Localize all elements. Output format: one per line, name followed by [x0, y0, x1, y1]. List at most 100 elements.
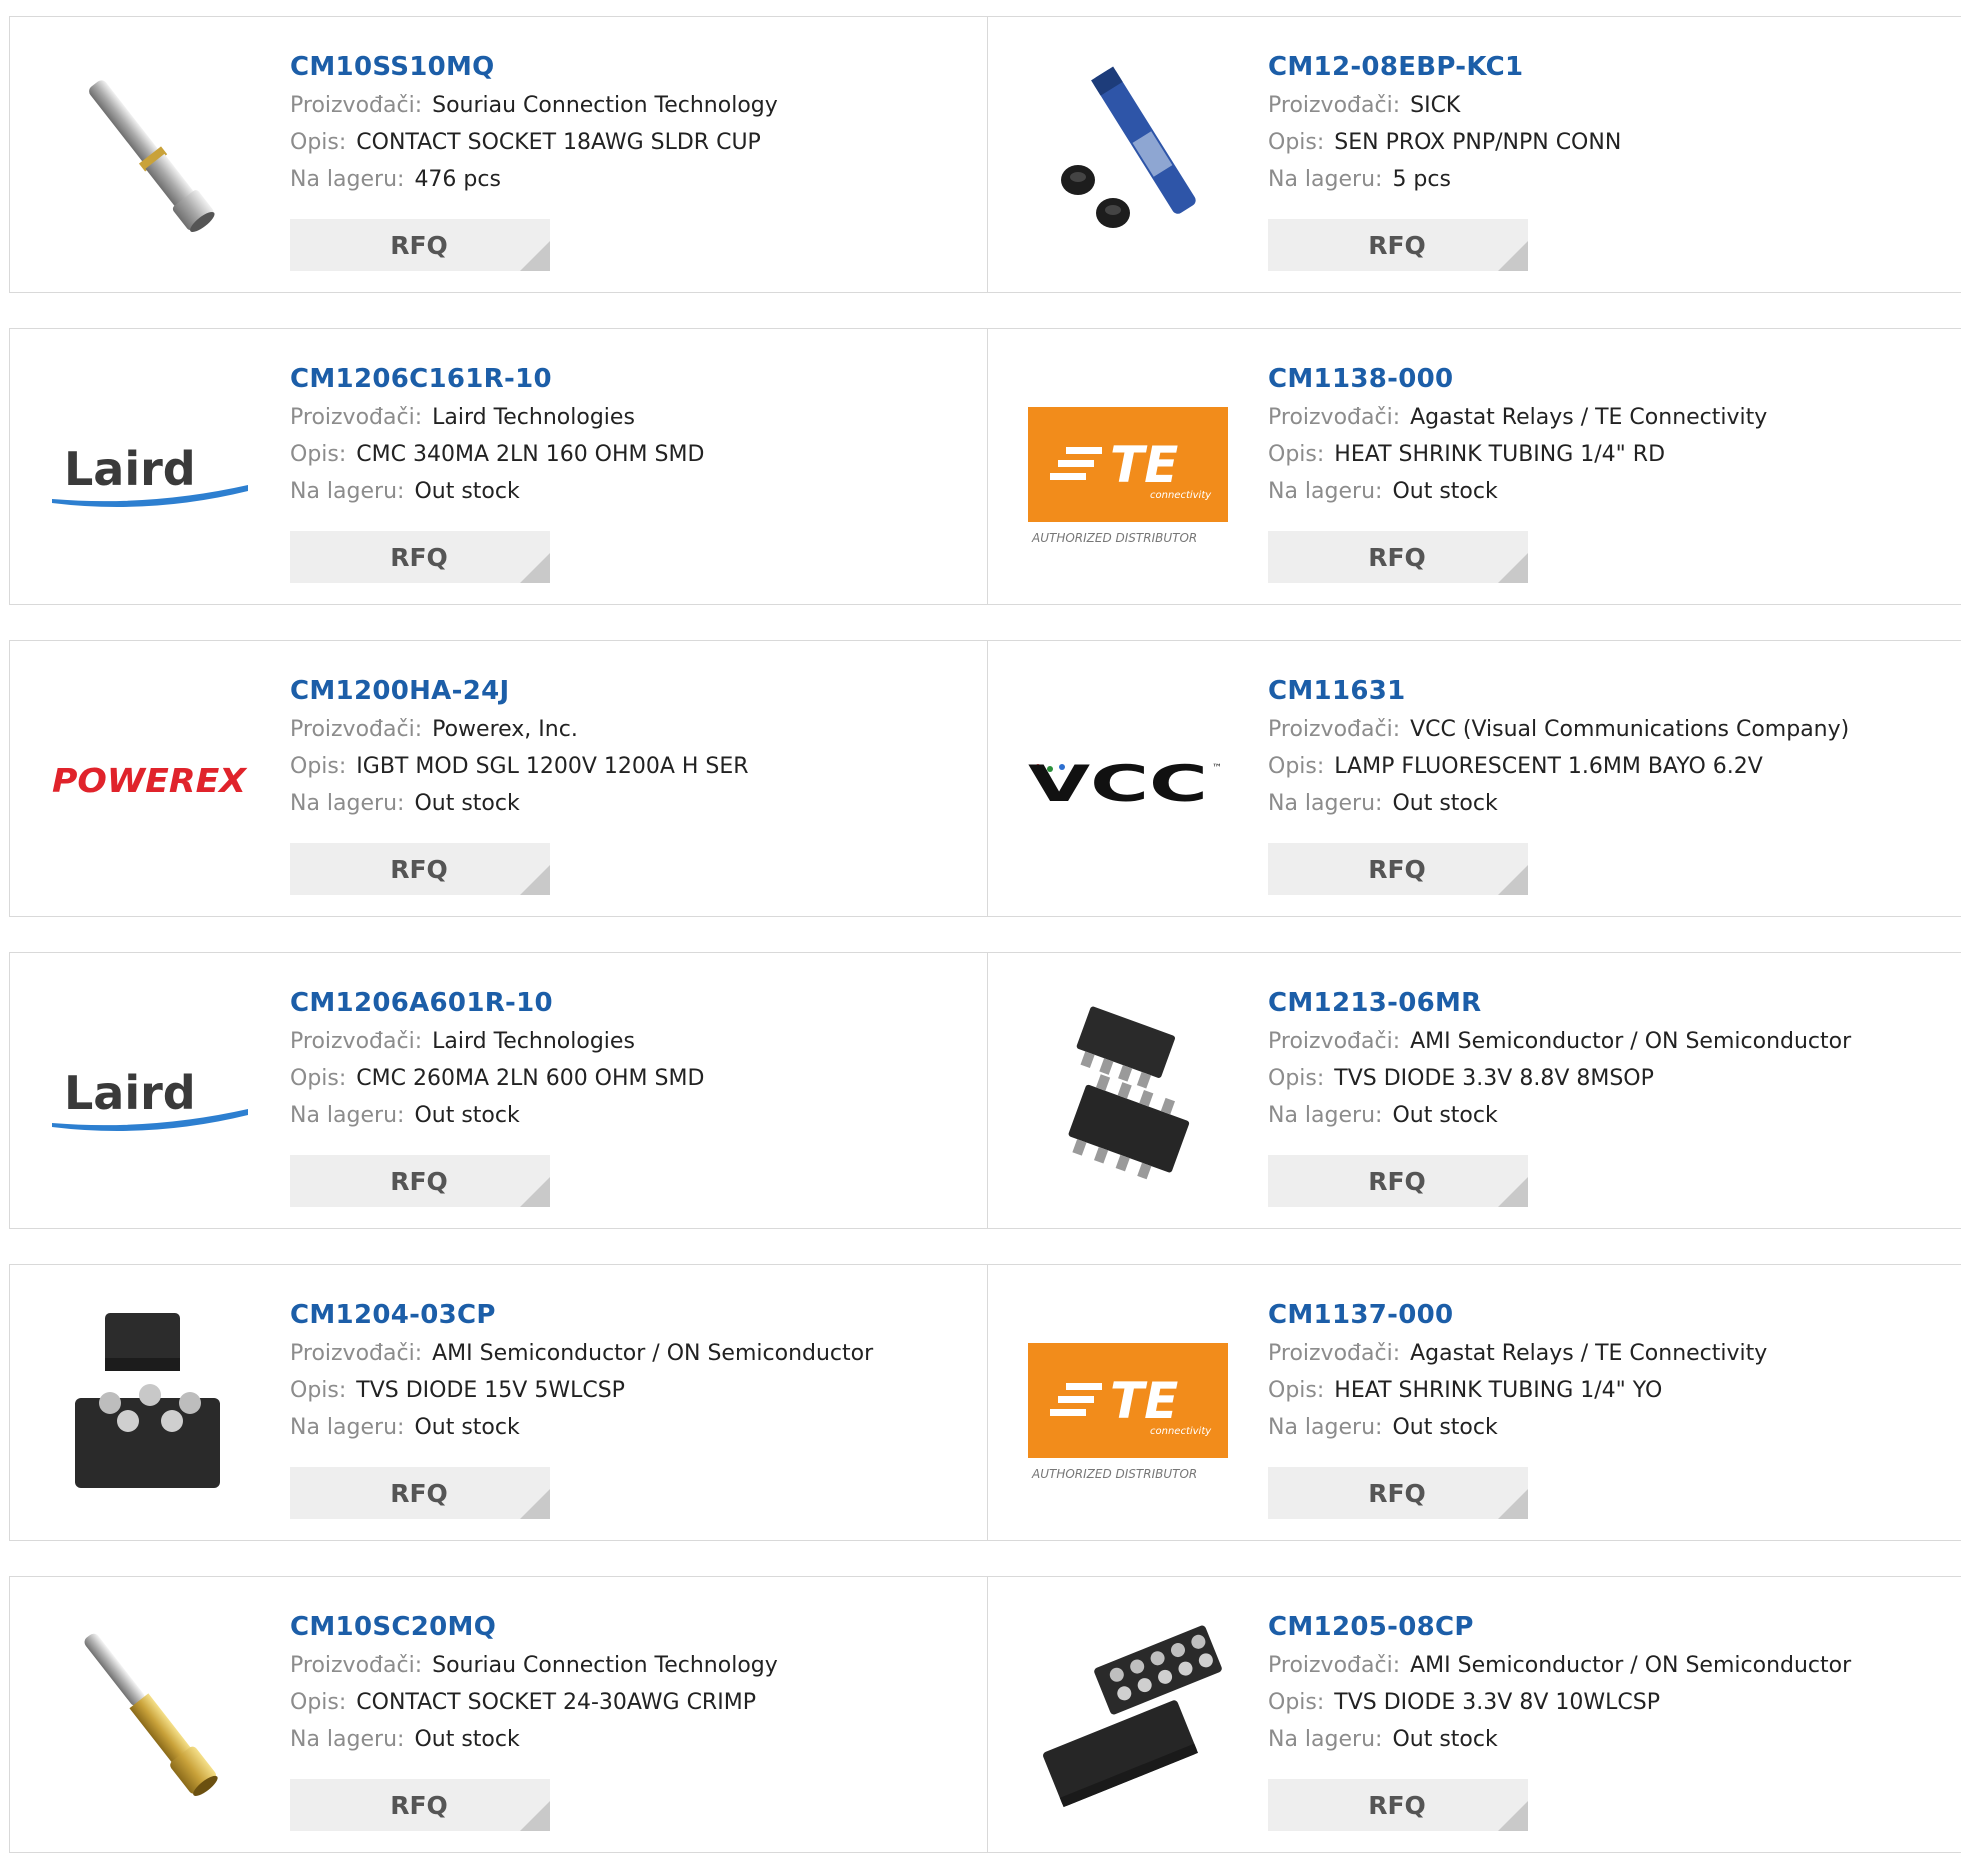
manufacturer-row: Proizvođači: Laird Technologies: [290, 1023, 704, 1060]
description-row: Opis: TVS DIODE 15V 5WLCSP: [290, 1372, 873, 1409]
part-number-link[interactable]: CM1138-000: [1268, 359, 1767, 399]
part-number-link[interactable]: CM1204-03CP: [290, 1295, 873, 1335]
manufacturer-row: Proizvođači: VCC (Visual Communications C…: [1268, 711, 1849, 748]
msop-chip-icon[interactable]: [1028, 991, 1228, 1191]
laird-logo[interactable]: Laird: [50, 367, 250, 567]
description-value: IGBT MOD SGL 1200V 1200A H SER: [356, 754, 749, 779]
stock-row: Na lageru: Out stock: [290, 1097, 704, 1134]
manufacturer-label: Proizvođači:: [1268, 1341, 1401, 1366]
rfq-button[interactable]: RFQ: [1268, 531, 1528, 583]
description-row: Opis: IGBT MOD SGL 1200V 1200A H SER: [290, 748, 749, 785]
corner-decoration: [1498, 553, 1528, 583]
manufacturer-label: Proizvođači:: [290, 1029, 423, 1054]
manufacturer-label: Proizvođači:: [1268, 405, 1401, 430]
manufacturer-label: Proizvođači:: [1268, 93, 1401, 118]
description-value: CONTACT SOCKET 18AWG SLDR CUP: [356, 130, 761, 155]
rfq-button[interactable]: RFQ: [1268, 1155, 1528, 1207]
stock-row: Na lageru: Out stock: [290, 473, 704, 510]
description-row: Opis: CONTACT SOCKET 24-30AWG CRIMP: [290, 1684, 778, 1721]
description-value: CMC 340MA 2LN 160 OHM SMD: [356, 442, 705, 467]
powerex-logo-text: POWEREX: [52, 761, 248, 800]
stock-value: 5 pcs: [1392, 167, 1451, 192]
corner-decoration: [520, 1177, 550, 1207]
description-row: Opis: HEAT SHRINK TUBING 1/4" YO: [1268, 1372, 1767, 1409]
rfq-button[interactable]: RFQ: [1268, 1779, 1528, 1831]
powerex-logo[interactable]: POWEREX: [50, 679, 250, 879]
stock-value: Out stock: [1392, 479, 1498, 504]
rfq-label: RFQ: [1368, 542, 1426, 572]
part-number-link[interactable]: CM11631: [1268, 671, 1849, 711]
description-label: Opis:: [290, 1066, 347, 1091]
product-card: CM10SC20MQ Proizvođači: Souriau Connectio…: [9, 1576, 989, 1853]
description-value: TVS DIODE 3.3V 8V 10WLCSP: [1334, 1690, 1660, 1715]
part-number-link[interactable]: CM10SC20MQ: [290, 1607, 778, 1647]
stock-row: Na lageru: 476 pcs: [290, 161, 778, 198]
stock-value: Out stock: [1392, 1103, 1498, 1128]
description-row: Opis: CMC 260MA 2LN 600 OHM SMD: [290, 1060, 704, 1097]
stock-label: Na lageru:: [290, 167, 405, 192]
stock-value: Out stock: [1392, 791, 1498, 816]
rfq-label: RFQ: [390, 1478, 448, 1508]
product-card: CM1205-08CP Proizvođači: AMI Semiconducto…: [987, 1576, 1961, 1853]
rfq-button[interactable]: RFQ: [290, 219, 550, 271]
stock-row: Na lageru: Out stock: [1268, 473, 1767, 510]
manufacturer-row: Proizvođači: Agastat Relays / TE Connecti…: [1268, 399, 1767, 436]
corner-decoration: [1498, 1801, 1528, 1831]
description-value: CONTACT SOCKET 24-30AWG CRIMP: [356, 1690, 756, 1715]
rfq-button[interactable]: RFQ: [1268, 219, 1528, 271]
manufacturer-label: Proizvođači:: [290, 717, 423, 742]
vcc-logo[interactable]: VCC ™: [1028, 679, 1228, 879]
rfq-label: RFQ: [390, 230, 448, 260]
product-card: TE connectivity AUTHORIZED DISTRIBUTOR C…: [987, 328, 1961, 605]
manufacturer-row: Proizvođači: AMI Semiconductor / ON Semic…: [1268, 1023, 1851, 1060]
rfq-button[interactable]: RFQ: [290, 843, 550, 895]
rfq-button[interactable]: RFQ: [290, 1467, 550, 1519]
description-row: Opis: TVS DIODE 3.3V 8V 10WLCSP: [1268, 1684, 1851, 1721]
stock-row: Na lageru: 5 pcs: [1268, 161, 1621, 198]
product-card: CM12-08EBP-KC1 Proizvođači: SICK Opis: SEN…: [987, 16, 1961, 293]
description-label: Opis:: [1268, 1690, 1325, 1715]
description-label: Opis:: [1268, 1066, 1325, 1091]
part-number-link[interactable]: CM10SS10MQ: [290, 47, 778, 87]
rfq-button[interactable]: RFQ: [290, 531, 550, 583]
te-logo[interactable]: TE connectivity AUTHORIZED DISTRIBUTOR: [1028, 367, 1228, 567]
rfq-button[interactable]: RFQ: [290, 1155, 550, 1207]
description-value: LAMP FLUORESCENT 1.6MM BAYO 6.2V: [1334, 754, 1763, 779]
part-number-link[interactable]: CM1213-06MR: [1268, 983, 1851, 1023]
rfq-label: RFQ: [1368, 1790, 1426, 1820]
corner-decoration: [520, 1489, 550, 1519]
rfq-button[interactable]: RFQ: [1268, 843, 1528, 895]
te-logo[interactable]: TE connectivity AUTHORIZED DISTRIBUTOR: [1028, 1303, 1228, 1503]
contact-socket-icon[interactable]: [50, 55, 250, 255]
corner-decoration: [1498, 1489, 1528, 1519]
laird-logo[interactable]: Laird: [50, 991, 250, 1191]
rfq-label: RFQ: [1368, 1166, 1426, 1196]
manufacturer-label: Proizvođači:: [290, 1341, 423, 1366]
crimp-socket-icon[interactable]: [50, 1615, 250, 1815]
part-number-link[interactable]: CM1206A601R-10: [290, 983, 704, 1023]
rfq-button[interactable]: RFQ: [290, 1779, 550, 1831]
stock-label: Na lageru:: [1268, 1727, 1383, 1752]
rfq-button[interactable]: RFQ: [1268, 1467, 1528, 1519]
corner-decoration: [520, 553, 550, 583]
description-value: HEAT SHRINK TUBING 1/4" YO: [1334, 1378, 1663, 1403]
description-label: Opis:: [290, 1378, 347, 1403]
stock-row: Na lageru: Out stock: [1268, 1097, 1851, 1134]
te-authorized-text: AUTHORIZED DISTRIBUTOR: [1031, 531, 1197, 545]
part-number-link[interactable]: CM12-08EBP-KC1: [1268, 47, 1621, 87]
wlcsp10-chip-icon[interactable]: [1028, 1615, 1228, 1815]
laird-logo-text: Laird: [64, 442, 196, 496]
proximity-sensor-icon[interactable]: [1028, 55, 1228, 255]
stock-label: Na lageru:: [1268, 479, 1383, 504]
wlcsp-chip-icon[interactable]: [50, 1303, 250, 1503]
description-label: Opis:: [1268, 442, 1325, 467]
part-number-link[interactable]: CM1137-000: [1268, 1295, 1767, 1335]
manufacturer-value: Agastat Relays / TE Connectivity: [1410, 1341, 1768, 1366]
part-number-link[interactable]: CM1200HA-24J: [290, 671, 749, 711]
manufacturer-label: Proizvođači:: [290, 405, 423, 430]
rfq-label: RFQ: [390, 1166, 448, 1196]
part-number-link[interactable]: CM1206C161R-10: [290, 359, 704, 399]
stock-label: Na lageru:: [290, 1727, 405, 1752]
stock-value: Out stock: [414, 1415, 520, 1440]
part-number-link[interactable]: CM1205-08CP: [1268, 1607, 1851, 1647]
